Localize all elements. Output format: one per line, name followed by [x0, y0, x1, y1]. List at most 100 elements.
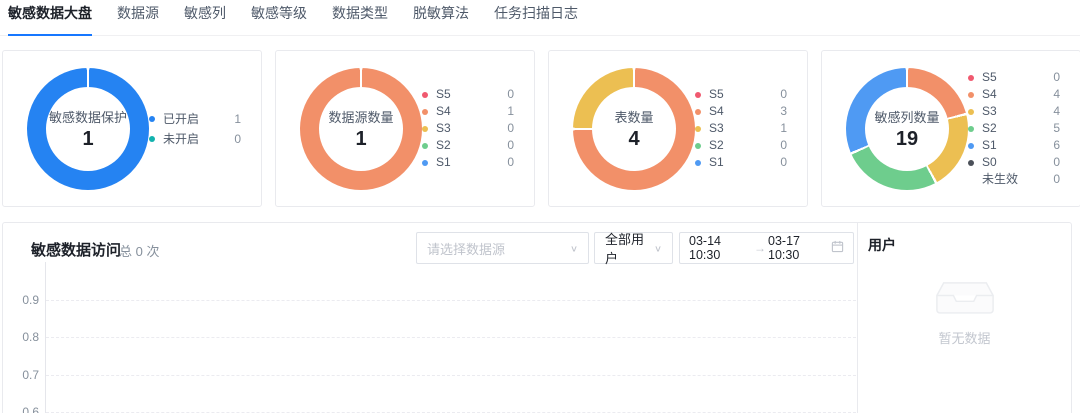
chart-ytick-label: 0.9	[22, 293, 39, 307]
tab-item-5[interactable]: 脱敏算法	[413, 0, 469, 36]
chevron-down-icon: ∨	[653, 243, 662, 254]
legend-dot-icon	[695, 108, 701, 115]
date-range-start: 03-14 10:30	[689, 234, 721, 262]
donut-title: 敏感数据保护	[48, 109, 127, 125]
donut-title: 数据源数量	[328, 109, 394, 125]
legend-row: S5 0	[695, 86, 787, 103]
donut-legend: S5 0 S4 4 S3 4 S2 5 S1 6 S0 0 未生效 0	[968, 69, 1060, 188]
legend-dot-icon	[968, 177, 974, 183]
legend-label: S5	[709, 87, 724, 101]
legend-label: S2	[436, 138, 451, 152]
stat-cards-row: 敏感数据保护 1 已开启 1 未开启 0 数据源数量 1 S5 0 S4 1 S…	[2, 50, 1080, 207]
datasource-select[interactable]: 请选择数据源 ∨	[416, 232, 589, 264]
legend-dot-icon	[968, 159, 974, 166]
legend-label: S1	[709, 155, 724, 169]
legend-row: S3 1	[695, 120, 787, 137]
tab-item-6[interactable]: 任务扫描日志	[494, 0, 578, 36]
legend-dot-icon	[149, 115, 155, 122]
legend-row: S4 4	[968, 86, 1060, 103]
legend-label: S4	[436, 104, 451, 118]
legend-value: 1	[234, 111, 241, 126]
legend-row: S5 0	[422, 86, 514, 103]
legend-row: S1 0	[422, 154, 514, 171]
legend-dot-icon	[695, 91, 701, 98]
user-panel-title: 用户	[868, 237, 896, 253]
legend-label: 未生效	[982, 172, 1019, 186]
legend-value: 0	[1053, 172, 1060, 186]
legend-row: S5 0	[968, 69, 1060, 86]
access-total-count: 总 0 次	[119, 244, 160, 259]
empty-state: 暂无数据	[858, 275, 1071, 347]
legend-dot-icon	[149, 135, 155, 142]
user-filter-select[interactable]: 全部用户 ∨	[594, 232, 673, 266]
donut-center: 敏感列数量 19	[865, 86, 949, 171]
legend-dot-icon	[968, 125, 974, 132]
legend-label: 未开启	[163, 131, 200, 146]
legend-label: S5	[982, 70, 997, 84]
legend-value: 0	[1053, 70, 1060, 84]
legend-row: S3 0	[422, 120, 514, 137]
tab-item-0[interactable]: 敏感数据大盘	[8, 0, 92, 36]
empty-box-icon	[934, 275, 996, 320]
donut-legend: 已开启 1 未开启 0	[149, 109, 241, 149]
chart-gridline	[46, 300, 856, 301]
tab-item-1[interactable]: 数据源	[117, 0, 159, 36]
legend-row: S3 4	[968, 103, 1060, 120]
legend-label: S0	[982, 155, 997, 169]
donut-total: 1	[355, 127, 367, 150]
legend-label: S3	[709, 121, 724, 135]
donut-total: 19	[895, 127, 919, 150]
donut-center: 表数量 4	[592, 86, 676, 171]
legend-value: 4	[1053, 104, 1060, 118]
legend-dot-icon	[422, 142, 428, 149]
stat-card: 敏感数据保护 1 已开启 1 未开启 0	[2, 50, 262, 207]
chart-gridline	[46, 337, 856, 339]
tab-item-2[interactable]: 敏感列	[184, 0, 226, 36]
legend-value: 0	[507, 87, 514, 101]
legend-value: 0	[1053, 155, 1060, 169]
donut-title: 表数量	[614, 109, 654, 125]
legend-label: S5	[436, 87, 451, 101]
donut-chart: 表数量 4	[573, 67, 695, 190]
legend-label: S4	[982, 87, 997, 101]
donut-legend: S5 0 S4 1 S3 0 S2 0 S1 0	[422, 86, 514, 171]
legend-label: S1	[436, 155, 451, 169]
legend-row: S1 6	[968, 137, 1060, 154]
legend-value: 1	[780, 121, 787, 135]
legend-dot-icon	[422, 108, 428, 115]
legend-value: 0	[507, 155, 514, 169]
legend-value: 4	[1053, 87, 1060, 101]
legend-value: 0	[507, 138, 514, 152]
donut-chart: 敏感数据保护 1	[27, 67, 149, 190]
legend-row: S4 1	[422, 103, 514, 120]
legend-dot-icon	[422, 159, 428, 166]
donut-total: 1	[82, 127, 94, 150]
empty-state-text: 暂无数据	[938, 331, 991, 346]
legend-value: 5	[1053, 121, 1060, 135]
legend-dot-icon	[695, 159, 701, 166]
legend-row: S2 0	[422, 137, 514, 154]
legend-row: S2 5	[968, 120, 1060, 137]
date-range-end: 03-17 10:30	[768, 234, 800, 262]
access-filters: 请选择数据源 ∨ 全部用户 ∨ 03-14 10:30 → 03-17 10:3…	[416, 232, 854, 266]
legend-value: 0	[780, 138, 787, 152]
chevron-down-icon: ∨	[569, 243, 578, 254]
tab-item-4[interactable]: 数据类型	[332, 0, 388, 36]
legend-label: S3	[436, 121, 451, 135]
stat-card: 表数量 4 S5 0 S4 3 S3 1 S2 0 S1 0	[548, 50, 808, 207]
user-panel: 用户 暂无数据	[858, 223, 1071, 413]
legend-dot-icon	[968, 108, 974, 115]
donut-chart: 数据源数量 1	[300, 67, 422, 190]
tab-item-3[interactable]: 敏感等级	[251, 0, 307, 36]
legend-value: 0	[234, 131, 241, 146]
legend-row: S2 0	[695, 137, 787, 154]
legend-label: S3	[982, 104, 997, 118]
legend-label: S2	[982, 121, 997, 135]
date-range-picker[interactable]: 03-14 10:30 → 03-17 10:30	[679, 232, 854, 264]
legend-row: S4 3	[695, 103, 787, 120]
donut-center: 数据源数量 1	[319, 86, 403, 171]
donut-title: 敏感列数量	[874, 109, 940, 125]
arrow-right-icon: →	[754, 241, 766, 255]
legend-value: 3	[780, 104, 787, 118]
legend-label: S2	[709, 138, 724, 152]
